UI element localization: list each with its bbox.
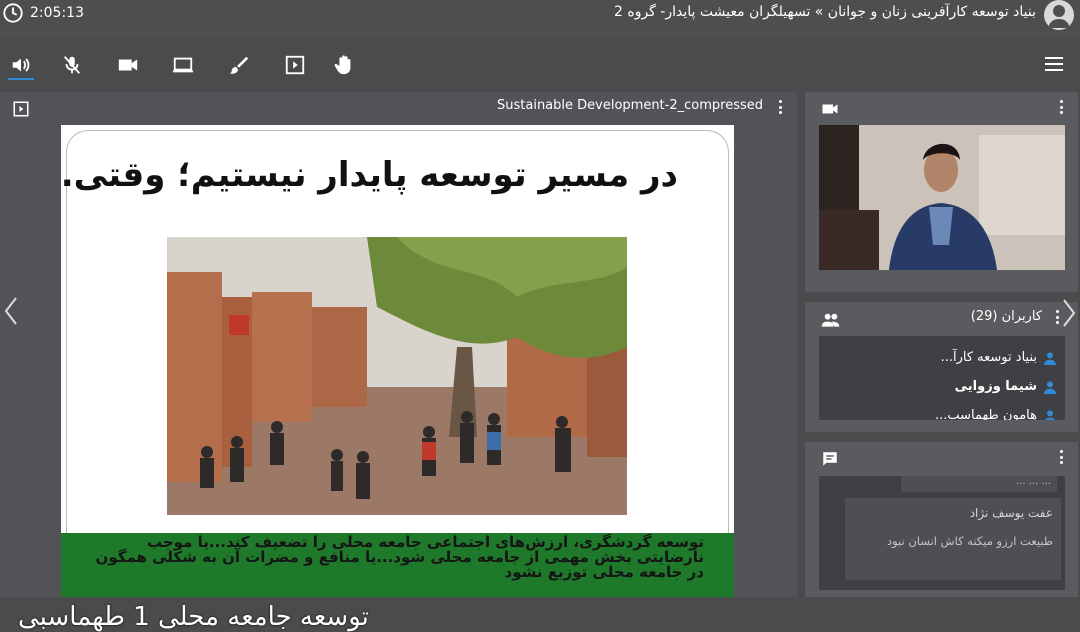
screen-share-icon [172,57,194,73]
camera-button[interactable] [115,52,141,78]
presentation-options-button[interactable] [777,98,783,116]
user-icon [1043,380,1057,394]
users-panel: کاربران (29) بنیاد توسعه کارآ... شیما وز… [805,302,1078,432]
user-icon [1044,409,1056,420]
chat-options-button[interactable] [1058,448,1064,466]
raise-hand-icon [334,55,351,75]
users-icon [821,313,840,327]
chat-text: طبیعت ارزو میکنه کاش انسان نبود [886,534,1053,548]
slide-photo [167,237,627,515]
mic-muted-icon [63,56,81,74]
top-bar: 2:05:13 بنیاد توسعه کارآفرینی زنان و جوا… [0,0,1080,38]
chat-sender: عفت یوسف نژاد [969,506,1053,520]
webcam-options-button[interactable] [1058,98,1064,116]
participant-video [819,125,1065,270]
screen-share-button[interactable] [170,52,196,78]
user-list: بنیاد توسعه کارآ... شیما وزوایی هامون طه… [819,336,1065,420]
caption-overlay: توسعه جامعه محلی 1 طهماسبی [18,602,369,632]
menu-button[interactable] [1042,52,1066,76]
camera-icon [118,59,138,71]
speaker-icon [12,58,30,72]
camera-icon [822,104,838,114]
chat-message-partial: ... ... ... [901,476,1057,492]
speaker-button[interactable] [8,52,34,78]
presentation-icon [285,55,305,75]
list-item[interactable]: شیما وزوایی [955,379,1057,394]
user-avatar-icon [1048,5,1070,28]
chat-panel: ... ... ... عفت یوسف نژاد طبیعت ارزو میک… [805,442,1078,597]
presentation-panel: Sustainable Development-2_compressed در … [0,92,797,632]
slide-body-text: توسعه گردشگری، ارزش‌های اجتماعی جامعه مح… [95,533,704,581]
user-name: هامون طهماسب... [934,408,1037,420]
user-name: بنیاد توسعه کارآ... [940,350,1037,365]
microphone-button[interactable] [59,52,85,78]
chat-message: عفت یوسف نژاد طبیعت ارزو میکنه کاش انسان… [845,498,1061,580]
raise-hand-button[interactable] [331,52,357,78]
active-indicator [8,78,34,80]
next-icon[interactable] [1062,298,1076,328]
toolbar [0,38,1080,92]
slide: در مسیر توسعه پایدار نیستیم؛ وقتی... توس… [61,125,734,597]
chat-icon [823,452,837,466]
session-time: 2:05:13 [30,5,84,21]
user-icon [1043,351,1057,365]
list-item[interactable]: بنیاد توسعه کارآ... [941,350,1057,365]
side-panels: کاربران (29) بنیاد توسعه کارآ... شیما وز… [805,92,1080,597]
presentation-file-name: Sustainable Development-2_compressed [497,98,763,113]
list-item[interactable]: هامون طهماسب... [935,408,1057,420]
presentation-button[interactable] [282,52,308,78]
brush-icon [229,56,249,74]
users-options-button[interactable] [1054,308,1060,326]
webcam-panel [805,92,1078,292]
village-photo [167,237,627,515]
avatar[interactable] [1044,0,1074,30]
user-name: شیما وزوایی [954,379,1037,394]
webcam-video [819,125,1065,270]
slide-heading: در مسیر توسعه پایدار نیستیم؛ وقتی... [61,155,678,195]
clock-icon [3,3,23,23]
menu-icon [1045,57,1063,71]
session-timer: 2:05:13 [2,2,84,24]
previous-slide-icon[interactable] [4,296,18,326]
annotation-button[interactable] [226,52,252,78]
chat-messages[interactable]: ... ... ... عفت یوسف نژاد طبیعت ارزو میک… [819,476,1065,590]
meeting-title: بنیاد توسعه کارآفرینی زنان و جوانان » تس… [613,4,1036,20]
presentation-icon [13,101,29,117]
users-title: کاربران (29) [970,309,1042,324]
